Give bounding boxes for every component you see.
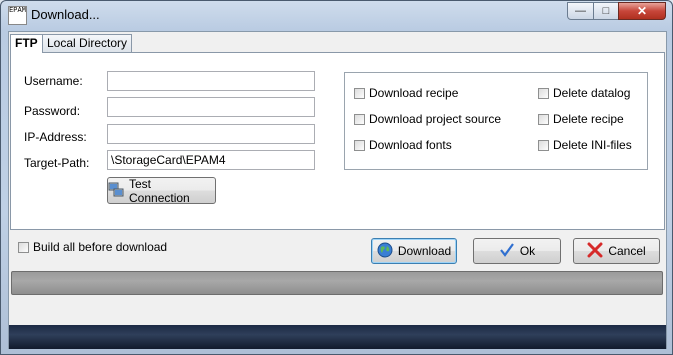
cancel-button[interactable]: Cancel xyxy=(573,238,660,264)
cancel-button-label: Cancel xyxy=(608,244,646,258)
network-icon xyxy=(108,181,124,200)
download-fonts-checkbox[interactable] xyxy=(354,139,365,151)
checkmark-icon xyxy=(499,242,515,261)
download-button[interactable]: Download xyxy=(371,238,457,264)
globe-icon xyxy=(377,242,393,261)
password-input[interactable] xyxy=(107,97,315,117)
delete-ini-files-checkbox[interactable] xyxy=(538,139,549,151)
download-project-source-checkbox[interactable] xyxy=(354,113,365,125)
download-options-group: Download recipe Download project source … xyxy=(344,72,648,170)
delete-recipe-option[interactable]: Delete recipe xyxy=(538,112,624,126)
test-connection-button[interactable]: Test Connection xyxy=(107,176,216,205)
close-icon: ✕ xyxy=(636,4,648,18)
delete-ini-files-option[interactable]: Delete INI-files xyxy=(538,138,632,152)
red-x-icon xyxy=(587,242,603,261)
window-title: Download... xyxy=(31,7,100,22)
target-path-label: Target-Path: xyxy=(24,156,90,170)
download-recipe-option[interactable]: Download recipe xyxy=(354,86,458,100)
download-fonts-label: Download fonts xyxy=(369,138,452,152)
delete-recipe-checkbox[interactable] xyxy=(538,113,549,125)
delete-datalog-label: Delete datalog xyxy=(553,86,631,100)
username-input[interactable] xyxy=(107,71,315,91)
download-recipe-label: Download recipe xyxy=(369,86,459,100)
ok-button-label: Ok xyxy=(519,244,536,258)
delete-datalog-option[interactable]: Delete datalog xyxy=(538,86,630,100)
title-bar[interactable]: EPAM Download... — □ ✕ xyxy=(1,1,672,29)
download-project-source-label: Download project source xyxy=(369,112,502,126)
minimize-icon: — xyxy=(575,5,586,17)
tab-local-directory[interactable]: Local Directory xyxy=(42,34,133,52)
ok-button[interactable]: Ok xyxy=(473,238,561,264)
download-recipe-checkbox[interactable] xyxy=(354,87,365,99)
download-project-source-option[interactable]: Download project source xyxy=(354,112,501,126)
app-icon: EPAM xyxy=(8,6,27,25)
download-dialog: EPAM Download... — □ ✕ FTP Local Directo… xyxy=(0,0,673,355)
dialog-footer-band xyxy=(9,325,666,349)
delete-datalog-checkbox[interactable] xyxy=(538,87,549,99)
target-path-input[interactable] xyxy=(107,150,315,170)
download-button-label: Download xyxy=(397,244,452,258)
build-all-label: Build all before download xyxy=(33,240,168,254)
ftp-panel: Username: Password: IP-Address: Target-P… xyxy=(10,52,665,230)
dialog-client-area: FTP Local Directory Username: Password: … xyxy=(8,31,667,349)
tab-ftp[interactable]: FTP xyxy=(10,34,43,53)
build-all-option[interactable]: Build all before download xyxy=(18,240,167,254)
delete-recipe-label: Delete recipe xyxy=(553,112,624,126)
username-label: Username: xyxy=(24,74,83,88)
maximize-icon: □ xyxy=(602,5,610,17)
delete-ini-files-label: Delete INI-files xyxy=(553,138,632,152)
download-fonts-option[interactable]: Download fonts xyxy=(354,138,452,152)
maximize-button[interactable]: □ xyxy=(593,2,619,20)
password-label: Password: xyxy=(24,104,81,118)
test-connection-label: Test Connection xyxy=(129,176,190,205)
ip-address-label: IP-Address: xyxy=(24,130,87,144)
ip-address-input[interactable] xyxy=(107,124,315,144)
close-button[interactable]: ✕ xyxy=(618,2,666,20)
build-all-checkbox[interactable] xyxy=(18,241,29,253)
minimize-button[interactable]: — xyxy=(567,2,594,20)
progress-bar xyxy=(11,271,663,295)
